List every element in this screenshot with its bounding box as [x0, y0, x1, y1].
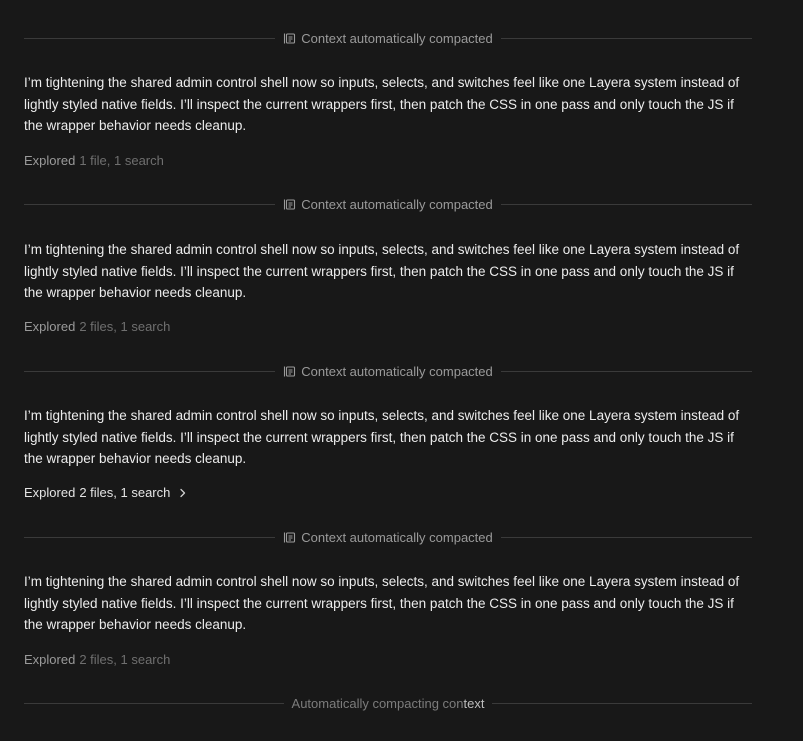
divider-line: [24, 702, 284, 704]
divider-line: [24, 370, 276, 372]
compact-icon: [284, 32, 296, 44]
divider-line: [492, 702, 753, 704]
explored-summary[interactable]: Explored 2 files, 1 search: [24, 651, 170, 669]
compacted-divider: Context automatically compacted: [24, 195, 753, 213]
chevron-right-icon[interactable]: [179, 488, 187, 498]
compacted-label: Context automatically compacted: [275, 197, 500, 212]
divider-line: [24, 536, 276, 538]
compacted-divider: Context automatically compacted: [24, 362, 753, 380]
assistant-message: I’m tightening the shared admin control …: [24, 408, 740, 466]
compacted-text: Context automatically compacted: [301, 363, 493, 379]
compacted-label: Context automatically compacted: [275, 31, 500, 46]
divider-line: [24, 203, 276, 205]
explored-summary[interactable]: Explored 1 file, 1 search: [24, 152, 164, 170]
compacted-text: Context automatically compacted: [301, 529, 493, 545]
explored-detail: 2 files, 1 search: [79, 485, 171, 500]
compacted-divider: Context automatically compacted: [24, 29, 753, 47]
divider-line: [500, 370, 753, 372]
assistant-message: I’m tightening the shared admin control …: [24, 574, 740, 632]
compacting-label: Automatically compacting context: [284, 696, 493, 711]
divider-line: [500, 536, 753, 538]
explored-summary-hovered[interactable]: Explored 2 files, 1 search: [24, 484, 187, 502]
divider-line: [500, 37, 753, 39]
explored-detail: 1 file, 1 search: [79, 153, 164, 168]
explored-detail: 2 files, 1 search: [79, 319, 171, 334]
explored-verb: Explored: [24, 652, 76, 667]
compact-icon: [284, 198, 296, 210]
explored-verb: Explored: [24, 319, 76, 334]
divider-line: [500, 203, 753, 205]
explored-detail: 2 files, 1 search: [79, 652, 171, 667]
compact-icon: [284, 531, 296, 543]
compacted-divider: Context automatically compacted: [24, 528, 753, 546]
compacting-text-dim: Automatically compacting con: [291, 695, 464, 711]
assistant-message: I’m tightening the shared admin control …: [24, 242, 740, 300]
compacted-text: Context automatically compacted: [301, 30, 493, 46]
compacting-text-shimmer: text: [463, 695, 485, 711]
explored-summary[interactable]: Explored 2 files, 1 search: [24, 318, 170, 336]
compacting-divider: Automatically compacting context: [24, 694, 753, 712]
compacted-label: Context automatically compacted: [275, 364, 500, 379]
compact-icon: [284, 365, 296, 377]
assistant-message: I’m tightening the shared admin control …: [24, 75, 740, 133]
explored-verb: Explored: [24, 153, 76, 168]
divider-line: [24, 37, 276, 39]
explored-verb: Explored: [24, 485, 76, 500]
compacting-text: Automatically compacting context: [292, 696, 485, 711]
compacted-label: Context automatically compacted: [275, 530, 500, 545]
compacted-text: Context automatically compacted: [301, 196, 493, 212]
